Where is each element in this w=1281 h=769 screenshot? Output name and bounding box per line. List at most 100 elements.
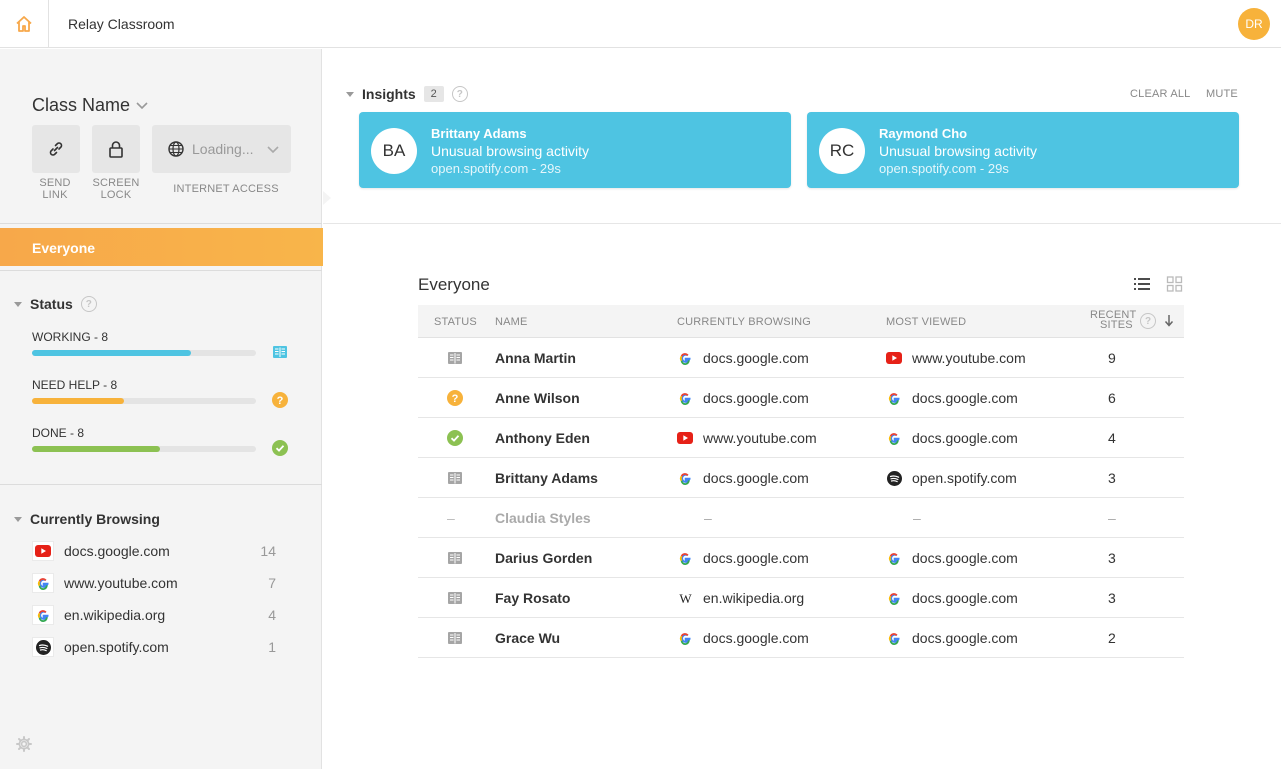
status-title: Status — [30, 296, 73, 312]
google-icon — [677, 550, 693, 566]
everyone-tab[interactable]: Everyone — [0, 228, 323, 266]
chevron-down-icon — [267, 146, 279, 154]
class-name-dropdown[interactable]: Class Name — [32, 95, 148, 116]
current-site: Wen.wikipedia.org — [677, 578, 804, 618]
google-icon — [886, 390, 902, 406]
browsing-item[interactable]: docs.google.com 14 — [32, 541, 282, 561]
settings-gear-icon[interactable] — [16, 736, 32, 752]
column-header-browsing[interactable]: CURRENTLY BROWSING — [677, 316, 811, 328]
insights-header[interactable]: Insights 2 ? — [346, 86, 468, 102]
column-header-recent-sites[interactable]: RECENT SITES — [1090, 310, 1136, 331]
student-name[interactable]: Claudia Styles — [495, 498, 591, 538]
current-site: docs.google.com — [677, 378, 809, 418]
recent-sites-count: 6 — [1108, 378, 1116, 418]
column-header-most-viewed[interactable]: MOST VIEWED — [886, 316, 966, 328]
clear-all-button[interactable]: CLEAR ALL — [1130, 88, 1191, 100]
table-title: Everyone — [418, 275, 490, 294]
recent-sites-text: 4 — [1108, 430, 1116, 446]
current-site-text: docs.google.com — [703, 630, 809, 646]
insight-message: Unusual browsing activity — [879, 143, 1037, 159]
status-need-help[interactable]: NEED HELP - 8 ? — [32, 378, 290, 414]
recent-sites-count: 3 — [1108, 538, 1116, 578]
caret-down-icon — [346, 91, 354, 97]
student-row[interactable]: – Claudia Styles – – – — [418, 498, 1184, 538]
current-site: www.youtube.com — [677, 418, 817, 458]
status-done[interactable]: DONE - 8 — [32, 426, 290, 462]
student-name-text: Anthony Eden — [495, 430, 590, 446]
most-viewed-site-text: docs.google.com — [912, 550, 1018, 566]
browsing-item[interactable]: open.spotify.com 1 — [32, 637, 282, 657]
status-working[interactable]: WORKING - 8 — [32, 330, 290, 366]
recent-sites-text: 2 — [1108, 630, 1116, 646]
browsing-site: docs.google.com — [64, 543, 170, 559]
globe-icon — [168, 141, 184, 157]
student-name[interactable]: Grace Wu — [495, 618, 560, 658]
student-row[interactable]: Anna Martin docs.google.com www.youtube.co… — [418, 338, 1184, 378]
browsing-item[interactable]: en.wikipedia.org 4 — [32, 605, 282, 625]
student-name[interactable]: Anthony Eden — [495, 418, 590, 458]
browsing-item[interactable]: www.youtube.com 7 — [32, 573, 282, 593]
insight-card[interactable]: BA Brittany Adams Unusual browsing activ… — [359, 112, 791, 188]
column-header-name[interactable]: NAME — [495, 316, 528, 328]
divider — [0, 270, 322, 271]
student-row[interactable]: Fay Rosato Wen.wikipedia.org docs.google.c… — [418, 578, 1184, 618]
google-icon — [32, 573, 54, 593]
insight-card[interactable]: RC Raymond Cho Unusual browsing activity… — [807, 112, 1239, 188]
browsing-section-header[interactable]: Currently Browsing — [14, 511, 160, 527]
student-row[interactable]: Darius Gorden docs.google.com docs.google.… — [418, 538, 1184, 578]
send-link-button[interactable] — [32, 125, 80, 173]
google-icon — [886, 430, 902, 446]
current-site-text: docs.google.com — [703, 390, 809, 406]
student-name[interactable]: Darius Gorden — [495, 538, 592, 578]
table-header: STATUS NAME CURRENTLY BROWSING MOST VIEW… — [418, 305, 1184, 338]
student-row[interactable]: Brittany Adams docs.google.com open.spotif… — [418, 458, 1184, 498]
browsing-count: 14 — [260, 543, 276, 559]
internet-access-select[interactable]: Loading... — [152, 125, 291, 173]
student-row[interactable]: Grace Wu docs.google.com docs.google.com 2 — [418, 618, 1184, 658]
grid-view-icon[interactable] — [1166, 276, 1184, 292]
student-row[interactable]: ? Anne Wilson docs.google.com docs.google.c… — [418, 378, 1184, 418]
home-button[interactable] — [0, 0, 49, 48]
mute-button[interactable]: MUTE — [1206, 88, 1238, 100]
recent-sites-text: 3 — [1108, 470, 1116, 486]
check-icon — [272, 440, 288, 456]
insight-detail: open.spotify.com - 29s — [431, 161, 561, 176]
recent-sites-count: 4 — [1108, 418, 1116, 458]
screen-lock-button[interactable] — [92, 125, 140, 173]
browsing-count: 1 — [268, 639, 276, 655]
status-done-fill — [32, 446, 160, 452]
student-name-text: Anna Martin — [495, 350, 576, 366]
youtube-icon — [886, 350, 902, 366]
svg-text:?: ? — [452, 393, 459, 405]
status-section-header[interactable]: Status ? — [14, 296, 97, 312]
column-header-status[interactable]: STATUS — [434, 316, 477, 328]
student-name[interactable]: Anne Wilson — [495, 378, 580, 418]
student-name-text: Brittany Adams — [495, 470, 598, 486]
student-name[interactable]: Brittany Adams — [495, 458, 598, 498]
svg-text:W: W — [679, 592, 692, 604]
most-viewed-site: docs.google.com — [886, 578, 1018, 618]
sort-descending-icon[interactable] — [1164, 314, 1174, 327]
student-name-text: Anne Wilson — [495, 390, 580, 406]
user-avatar[interactable]: DR — [1238, 8, 1270, 40]
recent-sites-count: 9 — [1108, 338, 1116, 378]
student-name[interactable]: Fay Rosato — [495, 578, 570, 618]
most-viewed-site: open.spotify.com — [886, 458, 1017, 498]
google-icon — [886, 590, 902, 606]
recent-sites-count: – — [1108, 498, 1116, 538]
divider — [0, 484, 322, 485]
recent-header-line2: SITES — [1100, 319, 1133, 331]
student-name-text: Fay Rosato — [495, 590, 571, 606]
student-row[interactable]: Anthony Eden www.youtube.com docs.google.c… — [418, 418, 1184, 458]
current-site: – — [704, 498, 712, 538]
status-working-label: WORKING - 8 — [32, 330, 109, 344]
help-icon[interactable]: ? — [451, 86, 468, 102]
most-viewed-site-text: docs.google.com — [912, 430, 1018, 446]
current-site-text: docs.google.com — [703, 470, 809, 486]
list-view-icon[interactable] — [1133, 276, 1151, 292]
status-need-help-label: NEED HELP - 8 — [32, 378, 118, 392]
current-site-text: docs.google.com — [703, 550, 809, 566]
help-icon[interactable]: ? — [80, 296, 97, 312]
help-icon[interactable]: ? — [1140, 313, 1156, 329]
student-name[interactable]: Anna Martin — [495, 338, 576, 378]
